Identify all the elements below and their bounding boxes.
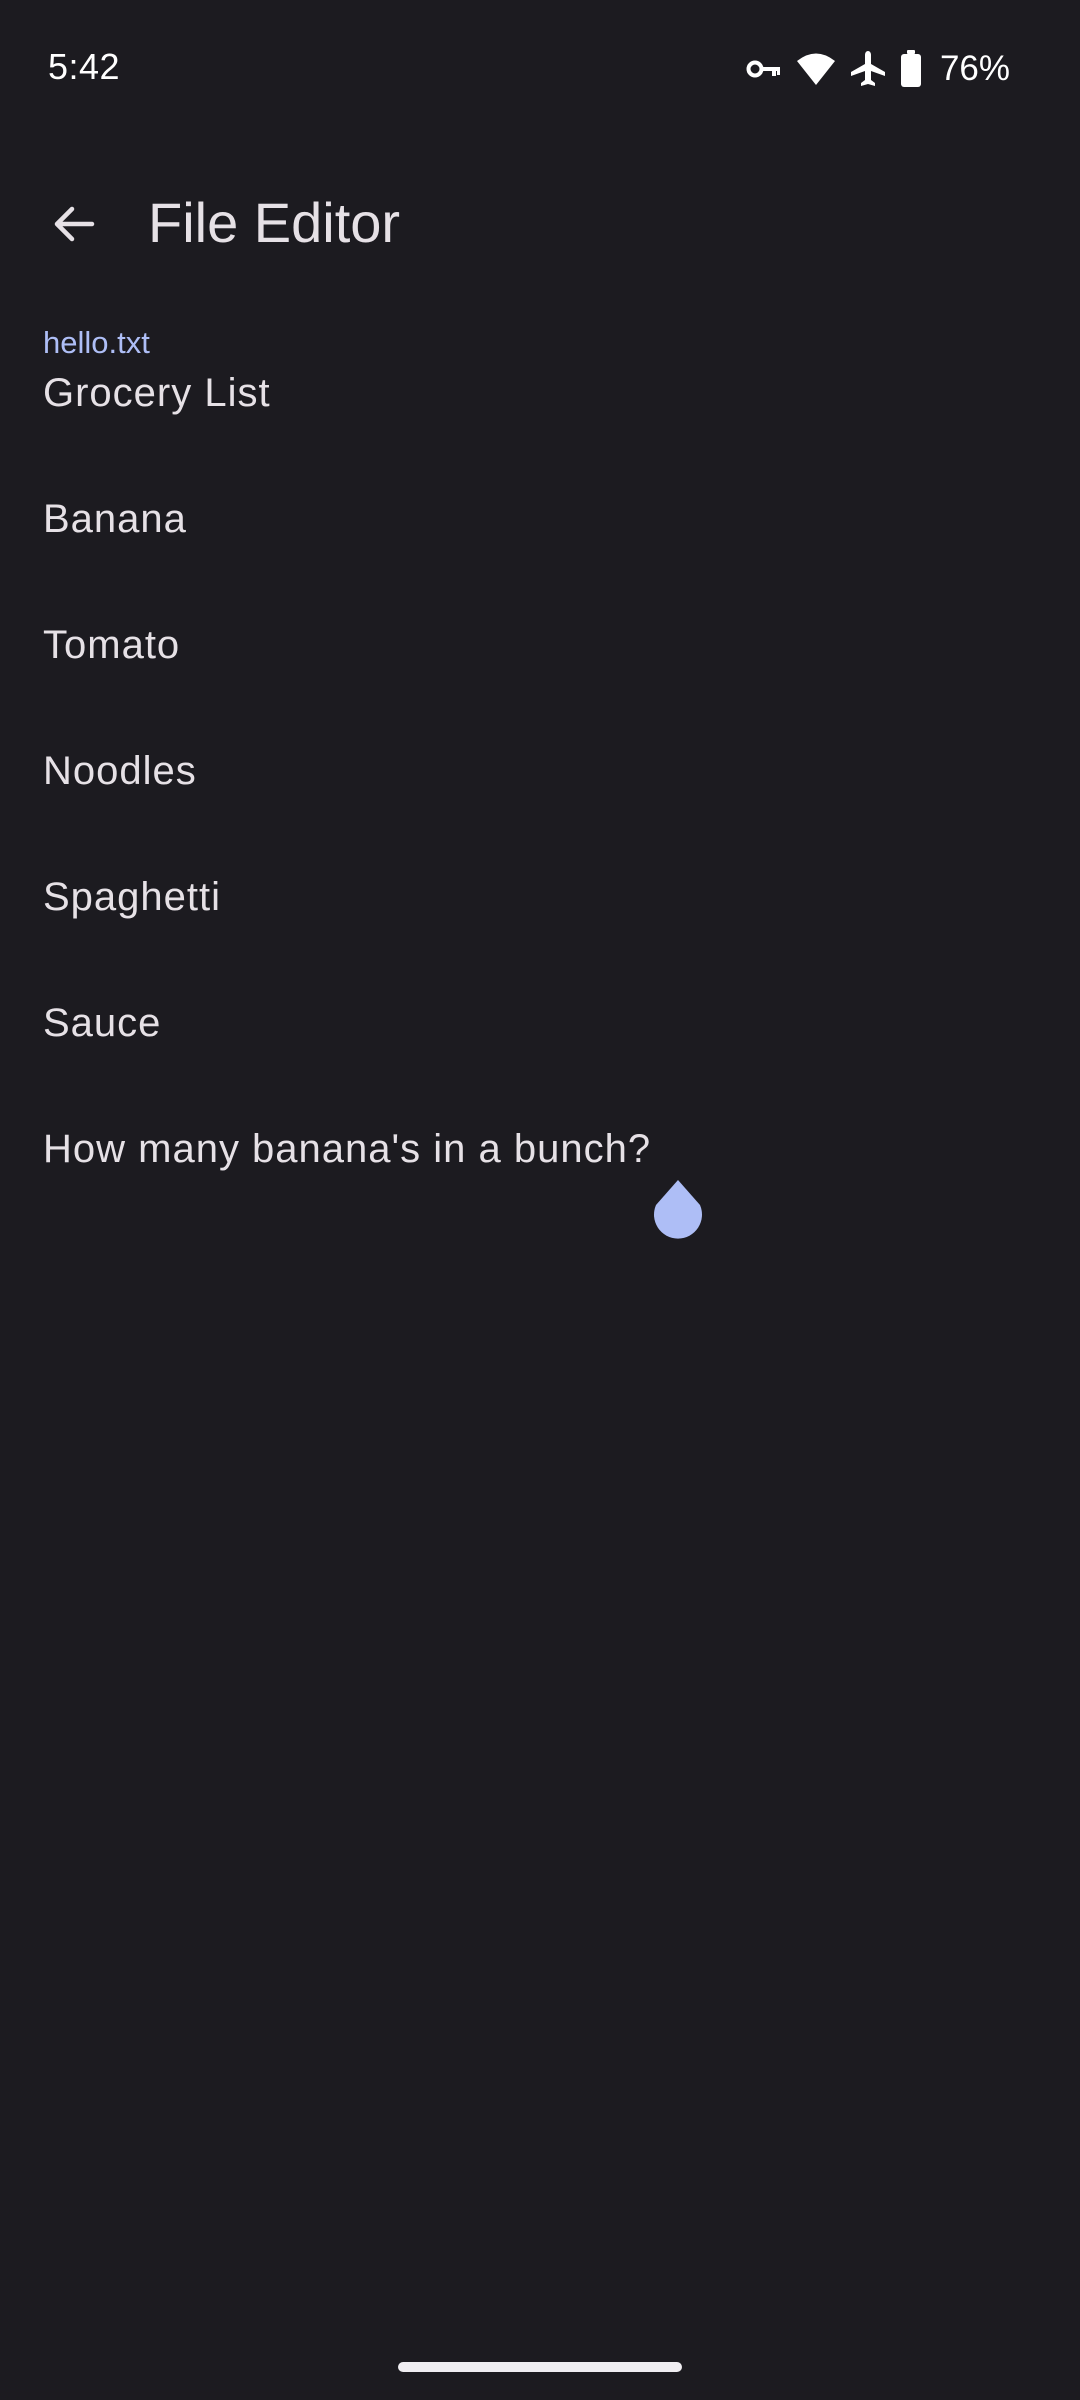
text-editor[interactable]: hello.txt Grocery List Banana Tomato Noo… [43, 325, 1033, 1249]
text-line[interactable]: Spaghetti [43, 871, 1033, 997]
page-title: File Editor [148, 191, 401, 254]
editor-text-area[interactable]: Grocery List Banana Tomato Noodles Spagh… [43, 367, 1033, 1249]
status-time: 5:42 [48, 46, 121, 87]
app-bar: File Editor [0, 160, 1080, 280]
file-name-label: hello.txt [43, 325, 150, 360]
battery-percent: 76% [939, 49, 1010, 88]
text-line[interactable]: Banana [43, 493, 1033, 619]
text-line[interactable]: Sauce [43, 997, 1033, 1123]
status-bar: 5:42 76% [0, 0, 1080, 140]
status-icons: 76% [746, 44, 1010, 94]
cursor-drop-icon [654, 1180, 702, 1239]
text-cursor-handle[interactable] [650, 1178, 706, 1248]
vpn-key-icon [746, 57, 782, 81]
airplane-icon [850, 50, 886, 88]
wifi-icon [796, 52, 836, 86]
text-line[interactable]: How many banana's in a bunch? [43, 1123, 1033, 1249]
battery-icon [900, 50, 922, 88]
text-line[interactable]: Tomato [43, 619, 1033, 745]
gesture-nav-handle[interactable] [398, 2362, 682, 2372]
text-line[interactable]: Noodles [43, 745, 1033, 871]
back-button[interactable] [30, 180, 118, 268]
text-line[interactable]: Grocery List [43, 367, 1033, 493]
arrow-back-icon [54, 206, 95, 242]
